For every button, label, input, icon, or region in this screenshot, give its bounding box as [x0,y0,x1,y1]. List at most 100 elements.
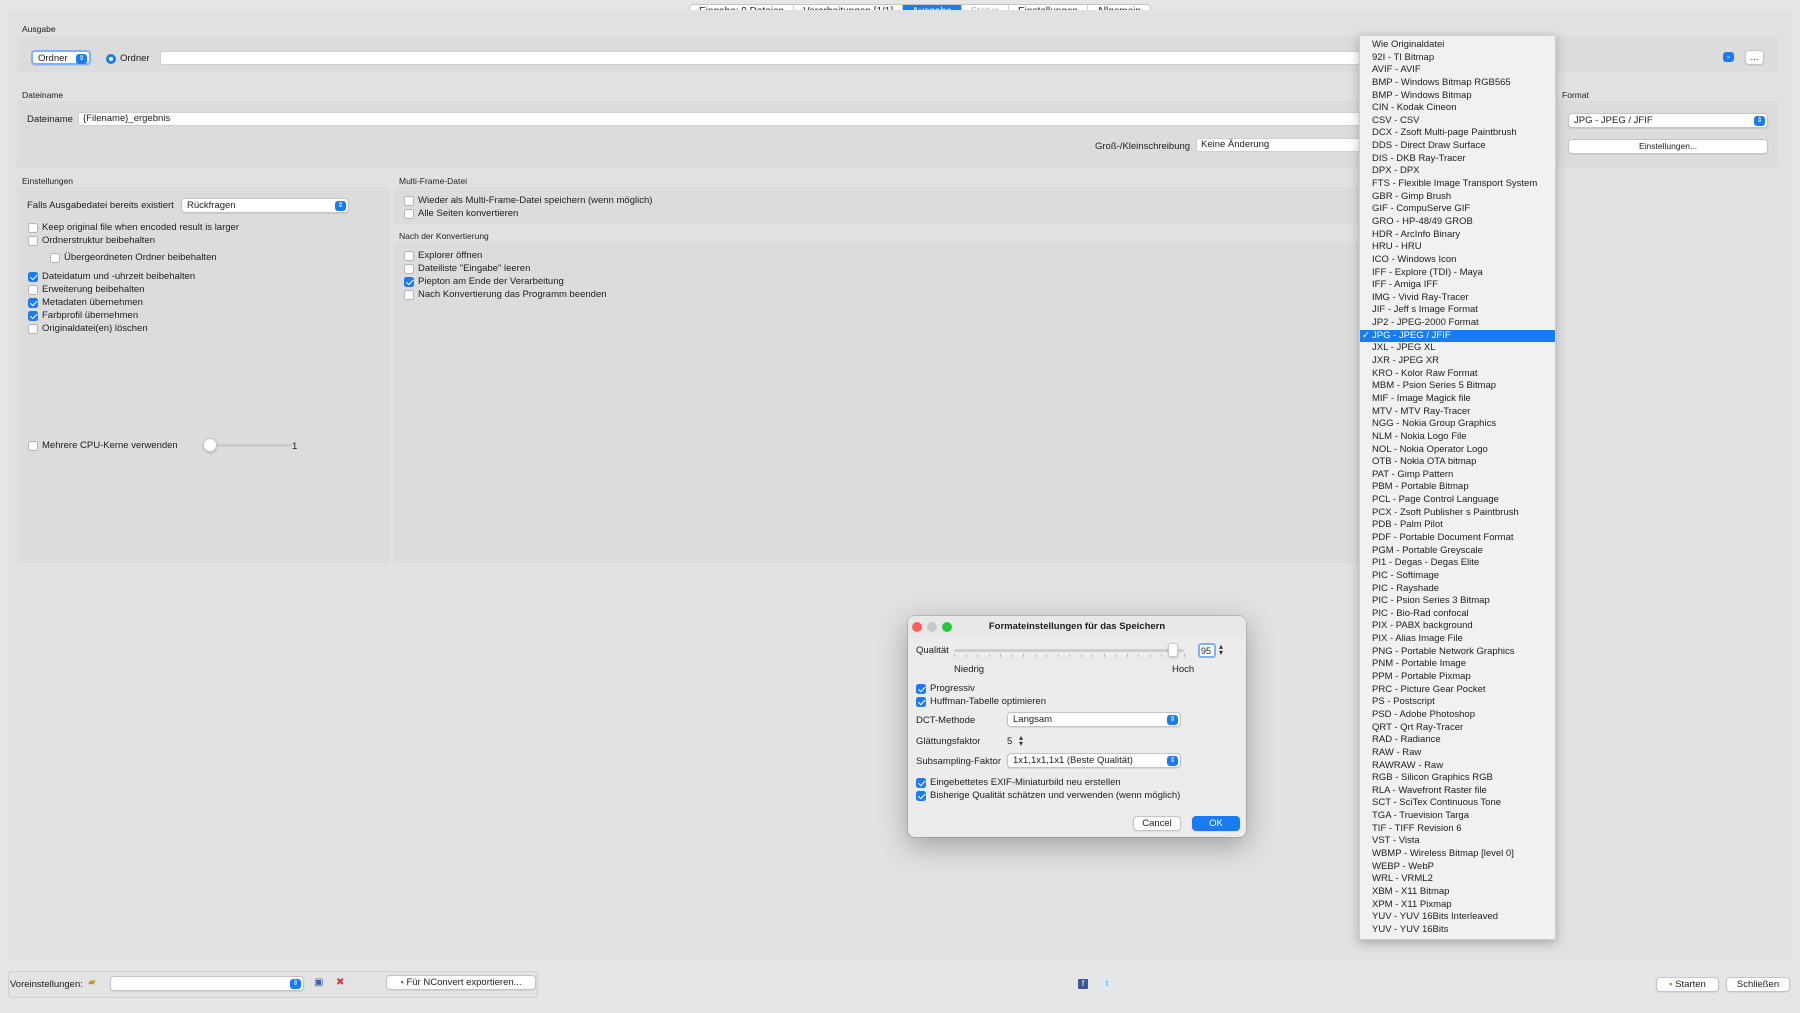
format-option[interactable]: GIF - CompuServe GIF [1360,203,1555,216]
settings-checkbox-5[interactable]: Metadaten übernehmen [28,297,143,308]
cpu-slider-track[interactable] [205,444,292,447]
browse-button[interactable]: ... [1745,50,1764,65]
format-option[interactable]: WRL - VRML2 [1360,873,1555,886]
format-option[interactable]: TIF - TIFF Revision 6 [1360,823,1555,836]
format-option[interactable]: IFF - Explore (TDI) - Maya [1360,267,1555,280]
format-option[interactable]: TGA - Truevision Targa [1360,810,1555,823]
format-option[interactable]: AVIF - AVIF [1360,64,1555,77]
format-option[interactable]: MBM - Psion Series 5 Bitmap [1360,380,1555,393]
quality-slider-knob[interactable] [1167,643,1178,657]
format-dropdown-list[interactable]: Wie Originaldatei 92I - TI Bitmap AVIF - A… [1359,35,1556,940]
format-option[interactable]: NLM - Nokia Logo File [1360,431,1555,444]
quality-value-input[interactable]: 95 [1198,643,1216,658]
format-option[interactable]: PRC - Picture Gear Pocket [1360,684,1555,697]
format-option[interactable]: Wie Originaldatei [1360,39,1555,52]
format-option[interactable]: MIF - Image Magick file [1360,393,1555,406]
multiframe-checkbox-0[interactable]: Wieder als Multi-Frame-Datei speichern (… [404,195,652,206]
format-option[interactable]: XPM - X11 Pixmap [1360,899,1555,912]
format-option[interactable]: JXL - JPEG XL [1360,342,1555,355]
case-select[interactable]: Keine Änderung [1196,138,1363,152]
after-checkbox-3[interactable]: Nach Konvertierung das Programm beenden [404,289,607,300]
format-option[interactable]: NOL - Nokia Operator Logo [1360,444,1555,457]
format-option[interactable]: RLA - Wavefront Raster file [1360,785,1555,798]
multiframe-checkbox-1[interactable]: Alle Seiten konvertieren [404,208,518,219]
ok-button[interactable]: OK [1192,816,1240,831]
format-option[interactable]: PNM - Portable Image [1360,658,1555,671]
format-option[interactable]: PI1 - Degas - Degas Elite [1360,557,1555,570]
start-button[interactable]: ▪ Starten [1656,977,1719,992]
format-option[interactable]: JIF - Jeff s Image Format [1360,304,1555,317]
format-option[interactable]: BMP - Windows Bitmap [1360,90,1555,103]
format-option[interactable]: SCT - SciTex Continuous Tone [1360,797,1555,810]
format-option[interactable]: RAWRAW - Raw [1360,760,1555,773]
format-option[interactable]: PIX - Alias Image File [1360,633,1555,646]
progressive-checkbox[interactable]: Progressiv [916,683,975,694]
format-option[interactable]: HDR - ArcInfo Binary [1360,229,1555,242]
smoothing-stepper-icon[interactable]: ▴ ▾ [1019,734,1023,748]
format-option[interactable]: PDB - Palm Pilot [1360,519,1555,532]
dct-select[interactable]: Langsam ⇕ [1007,712,1181,727]
settings-checkbox-4[interactable]: Erweiterung beibehalten [28,284,144,295]
format-option[interactable]: DCX - Zsoft Multi-page Paintbrush [1360,127,1555,140]
format-option[interactable]: OTB - Nokia OTA bitmap [1360,456,1555,469]
format-option[interactable]: PS - Postscript [1360,696,1555,709]
format-option[interactable]: ✓ JPG - JPEG / JFIF [1360,329,1555,343]
quality-stepper-icon[interactable]: ▴ ▾ [1219,643,1223,657]
format-option[interactable]: YUV - YUV 16Bits [1360,924,1555,937]
smoothing-value[interactable]: 5 [1007,736,1012,747]
format-option[interactable]: CSV - CSV [1360,115,1555,128]
settings-checkbox-7[interactable]: Originaldatei(en) löschen [28,323,148,334]
cpu-checkbox[interactable]: Mehrere CPU-Kerne verwenden [28,440,178,451]
format-option[interactable]: PIC - Psion Series 3 Bitmap [1360,595,1555,608]
format-option[interactable]: NGG - Nokia Group Graphics [1360,418,1555,431]
format-option[interactable]: PIC - Bio-Rad confocal [1360,608,1555,621]
after-checkbox-0[interactable]: Explorer öffnen [404,250,482,261]
cpu-slider-knob[interactable] [203,438,217,452]
output-folder-radio[interactable]: Ordner [106,53,150,64]
format-option[interactable]: PAT - Gimp Pattern [1360,469,1555,482]
save-icon[interactable]: ▣ [314,977,323,989]
format-option[interactable]: WBMP - Wireless Bitmap [level 0] [1360,848,1555,861]
format-option[interactable]: IFF - Amiga IFF [1360,279,1555,292]
format-option[interactable]: JP2 - JPEG-2000 Format [1360,317,1555,330]
format-option[interactable]: IMG - Vivid Ray-Tracer [1360,292,1555,305]
presets-select[interactable]: ⇕ [110,976,304,991]
delete-icon[interactable]: ✖ [336,977,344,989]
format-option[interactable]: RAD - Radiance [1360,734,1555,747]
format-option[interactable]: WEBP - WebP [1360,861,1555,874]
exists-select[interactable]: Rückfragen ⇕ [181,198,349,213]
format-option[interactable]: PIX - PABX background [1360,620,1555,633]
nconvert-export-button[interactable]: ▪ Für NConvert exportieren... [386,975,536,990]
format-option[interactable]: RAW - Raw [1360,747,1555,760]
format-option[interactable]: QRT - Qrt Ray-Tracer [1360,722,1555,735]
format-option[interactable]: BMP - Windows Bitmap RGB565 [1360,77,1555,90]
format-option[interactable]: DIS - DKB Ray-Tracer [1360,153,1555,166]
folder-icon[interactable]: ▰ [88,977,96,989]
format-option[interactable]: HRU - HRU [1360,241,1555,254]
minimize-window-icon[interactable] [927,622,937,632]
format-option[interactable]: PIC - Rayshade [1360,583,1555,596]
settings-checkbox-6[interactable]: Farbprofil übernehmen [28,310,138,321]
format-option[interactable]: ICO - Windows Icon [1360,254,1555,267]
format-option[interactable]: PPM - Portable Pixmap [1360,671,1555,684]
output-path-dropdown-icon[interactable]: ⌄ [1723,52,1734,62]
settings-checkbox-3[interactable]: Dateidatum und -uhrzeit beibehalten [28,271,195,282]
format-option[interactable]: 92I - TI Bitmap [1360,52,1555,65]
format-option[interactable]: FTS - Flexible Image Transport System [1360,178,1555,191]
after-checkbox-1[interactable]: Dateiliste "Eingabe" leeren [404,263,530,274]
format-option[interactable]: PDF - Portable Document Format [1360,532,1555,545]
huffman-checkbox[interactable]: Huffman-Tabelle optimieren [916,696,1046,707]
settings-checkbox-0[interactable]: Keep original file when encoded result i… [28,222,239,233]
format-option[interactable]: RGB - Silicon Graphics RGB [1360,772,1555,785]
output-path-input[interactable] [160,51,1360,65]
format-option[interactable]: PNG - Portable Network Graphics [1360,646,1555,659]
format-option[interactable]: VST - Vista [1360,835,1555,848]
quality-slider-track[interactable] [954,649,1184,652]
format-option[interactable]: PBM - Portable Bitmap [1360,481,1555,494]
format-option[interactable]: GRO - HP-48/49 GROB [1360,216,1555,229]
after-checkbox-2[interactable]: Piepton am Ende der Verarbeitung [404,276,564,287]
format-option[interactable]: JXR - JPEG XR [1360,355,1555,368]
facebook-icon[interactable]: f [1078,979,1088,989]
format-option[interactable]: MTV - MTV Ray-Tracer [1360,406,1555,419]
format-option[interactable]: PGM - Portable Greyscale [1360,545,1555,558]
